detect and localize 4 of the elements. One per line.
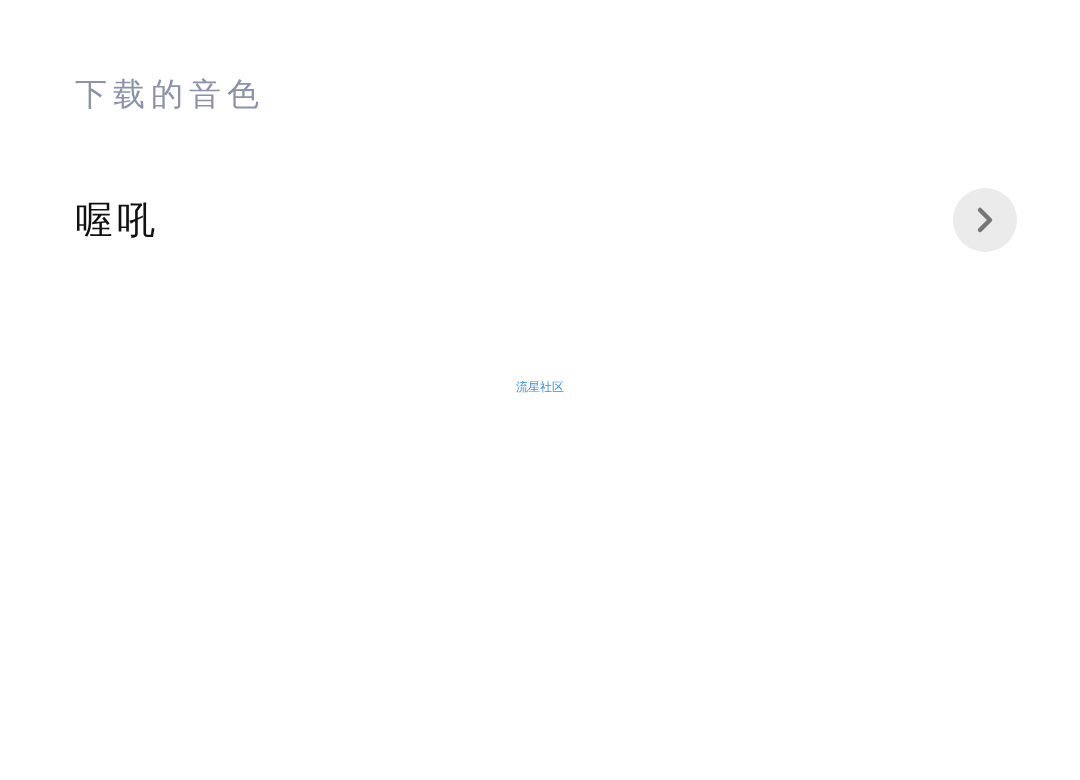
community-link[interactable]: 流星社区: [516, 380, 564, 394]
page-title: 下载的音色: [75, 78, 265, 110]
voice-name: 喔吼: [75, 196, 159, 244]
chevron-right-icon: [976, 206, 994, 234]
